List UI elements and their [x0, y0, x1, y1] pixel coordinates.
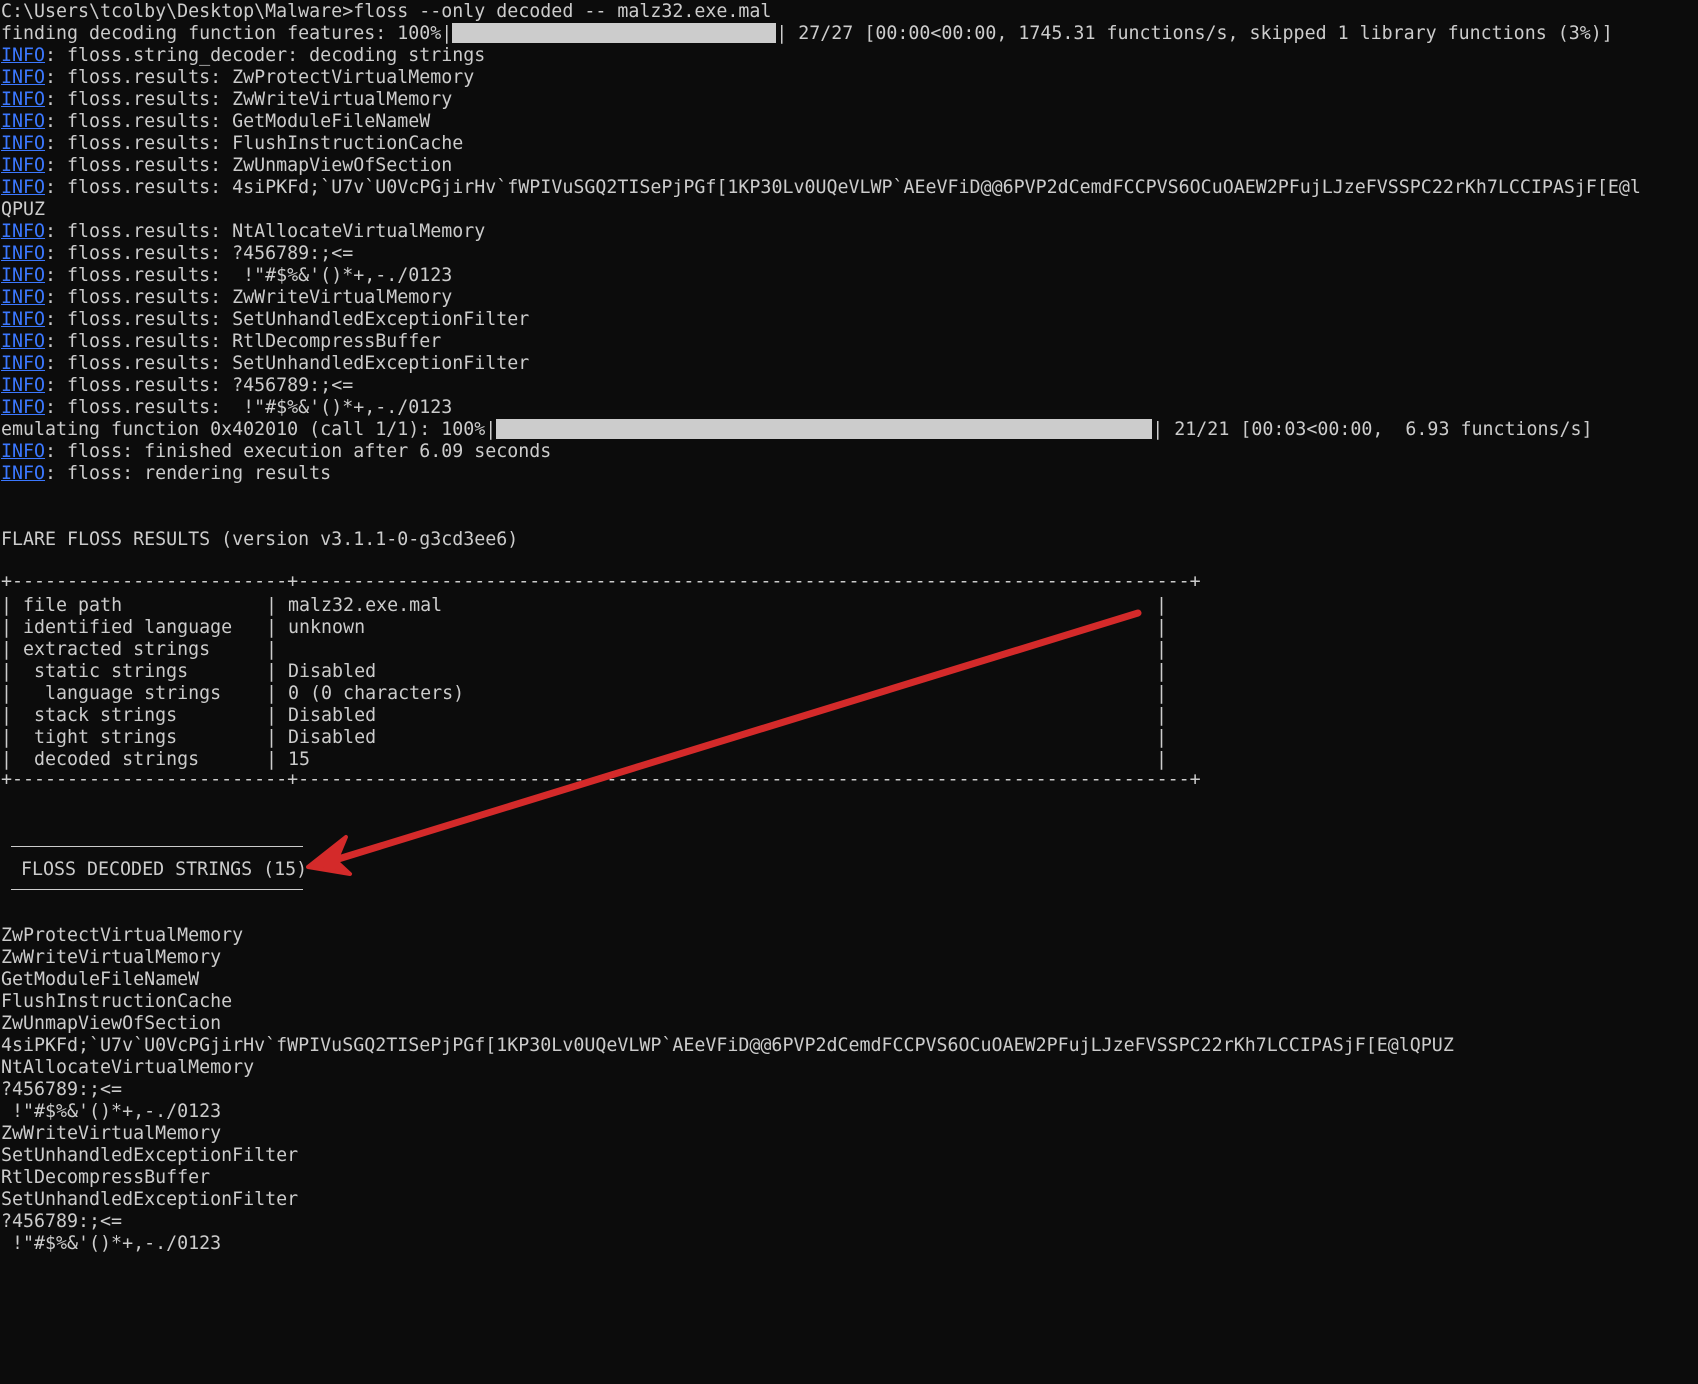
red-arrow-annotation — [306, 609, 1142, 876]
arrow-shaft — [331, 609, 1142, 864]
terminal-window: { "command_line": "C:\\Users\\tcolby\\De… — [0, 0, 1698, 1384]
